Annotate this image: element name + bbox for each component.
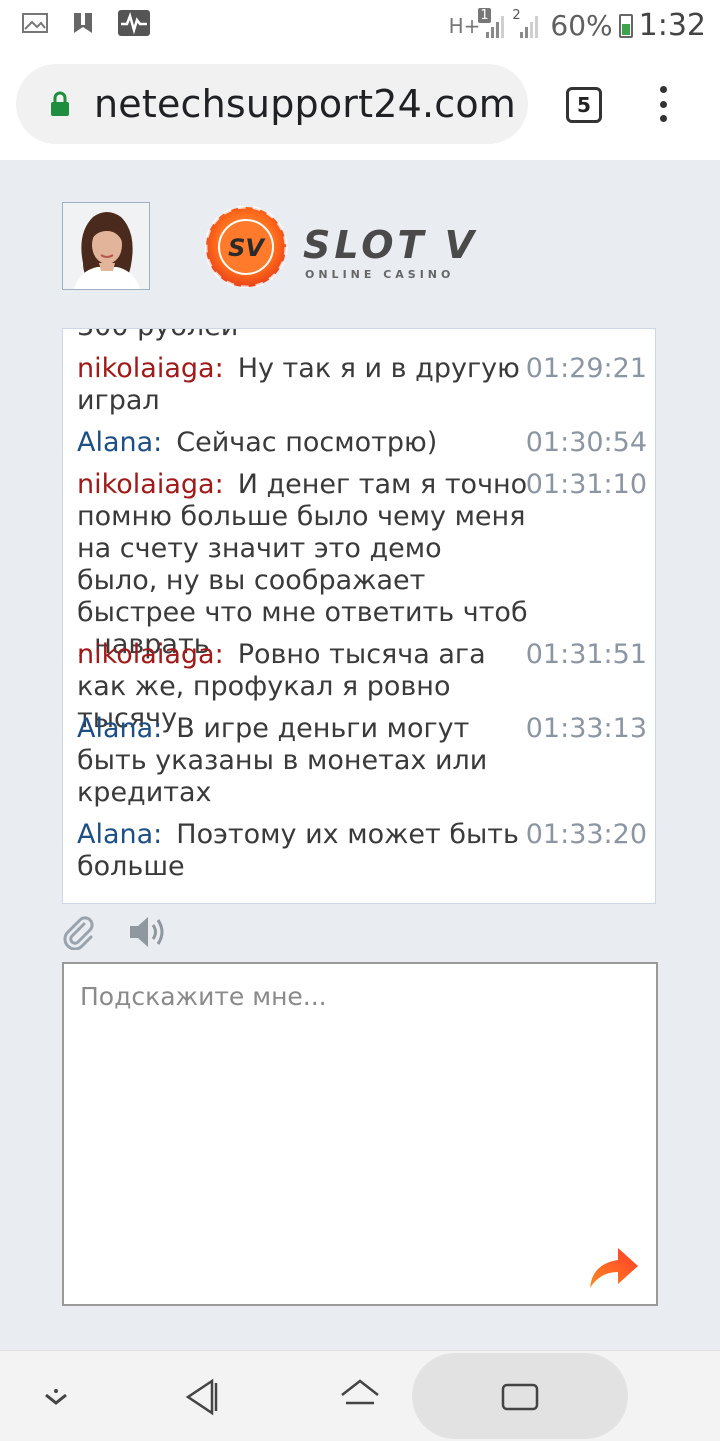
signal-icon-sim1: 1: [478, 7, 505, 38]
casino-logo: SV SLOT V ONLINE CASINO: [204, 205, 525, 289]
gallery-notification-icon: [22, 13, 48, 33]
message-sender: Alana:: [77, 713, 163, 744]
message-timestamp: 01:33:20: [525, 819, 647, 850]
tab-switcher-button[interactable]: 5: [566, 87, 602, 123]
message-timestamp: 01:30:54: [525, 427, 647, 458]
message-text: Сейчас посмотрю): [176, 427, 438, 458]
message-timestamp: 01:33:13: [525, 713, 647, 744]
message-body: Alana: Сейчас посмотрю): [77, 427, 529, 459]
message-timestamp: 01:31:10: [525, 469, 647, 500]
chat-message: nikolaiaga: Ну так я и в другую играл 01:…: [77, 353, 647, 417]
message-body: nikolaiaga: Ну так я и в другую играл: [77, 353, 529, 417]
chat-message: Alana: Сейчас посмотрю) 01:30:54: [77, 427, 647, 459]
chat-tools: [60, 912, 180, 952]
address-bar[interactable]: netechsupport24.com: [16, 64, 528, 144]
status-bar: H+ 1 2 60% 1:32: [0, 0, 720, 50]
notification-icons: [22, 10, 150, 36]
url-text[interactable]: netechsupport24.com: [94, 82, 516, 126]
signal-icon-sim2: 2: [512, 8, 539, 38]
message-body: Alana: Поэтому их может быть больше: [77, 819, 529, 883]
message-body: Alana: В игре деньги могут быть указаны в…: [77, 713, 529, 809]
attach-file-icon[interactable]: [60, 914, 96, 950]
message-sender: Alana:: [77, 819, 163, 850]
logo-brand-text: SLOT V: [303, 223, 478, 267]
bookmark-notification-icon: [74, 13, 92, 33]
clipped-message-text: 300 рублей: [77, 329, 238, 343]
lock-icon: [51, 91, 69, 116]
logo-badge-text: SV: [228, 234, 266, 262]
menu-icon[interactable]: [656, 86, 670, 122]
chat-message: Alana: Поэтому их может быть больше 01:33…: [77, 819, 647, 883]
clock: 1:32: [638, 8, 706, 43]
message-sender: Alana:: [77, 427, 163, 458]
sound-toggle-icon[interactable]: [128, 914, 168, 950]
agent-avatar: [62, 202, 150, 290]
message-timestamp: 01:31:51: [525, 639, 647, 670]
battery-percent: 60%: [550, 9, 613, 42]
send-arrow-icon[interactable]: [586, 1244, 640, 1290]
system-navigation-bar: [0, 1350, 720, 1441]
message-body: nikolaiaga: И денег там я точно помню бол…: [77, 469, 529, 661]
sim1-label: 1: [478, 7, 491, 23]
agent-photo-icon: [63, 203, 149, 289]
recent-apps-icon[interactable]: [496, 1373, 544, 1421]
chat-message: nikolaiaga: И денег там я точно помню бол…: [77, 469, 647, 661]
activity-notification-icon: [118, 10, 150, 36]
chat-page: SV SLOT V ONLINE CASINO 300 рублей nikol…: [0, 160, 720, 1350]
battery-icon: [618, 13, 633, 38]
message-input-box[interactable]: [62, 962, 658, 1306]
home-icon[interactable]: [336, 1373, 384, 1421]
message-timestamp: 01:29:21: [525, 353, 647, 384]
chat-transcript[interactable]: 300 рублей nikolaiaga:Ну так я и в другу…: [62, 328, 656, 904]
sim2-label: 2: [512, 7, 521, 23]
message-sender: nikolaiaga:: [77, 353, 224, 384]
chat-message: Alana: В игре деньги могут быть указаны в…: [77, 713, 647, 809]
network-type: H+: [448, 13, 481, 38]
message-sender: nikolaiaga:: [77, 639, 224, 670]
back-icon[interactable]: [178, 1373, 226, 1421]
message-input[interactable]: [78, 980, 642, 1244]
system-indicators: H+ 1 2 60% 1:32: [448, 7, 706, 43]
slotv-logo-icon: SV SLOT V ONLINE CASINO: [204, 205, 478, 289]
logo-tagline-text: ONLINE CASINO: [305, 268, 454, 281]
hide-keyboard-icon[interactable]: [32, 1373, 80, 1421]
browser-toolbar: netechsupport24.com 5: [0, 50, 720, 160]
message-sender: nikolaiaga:: [77, 469, 224, 500]
